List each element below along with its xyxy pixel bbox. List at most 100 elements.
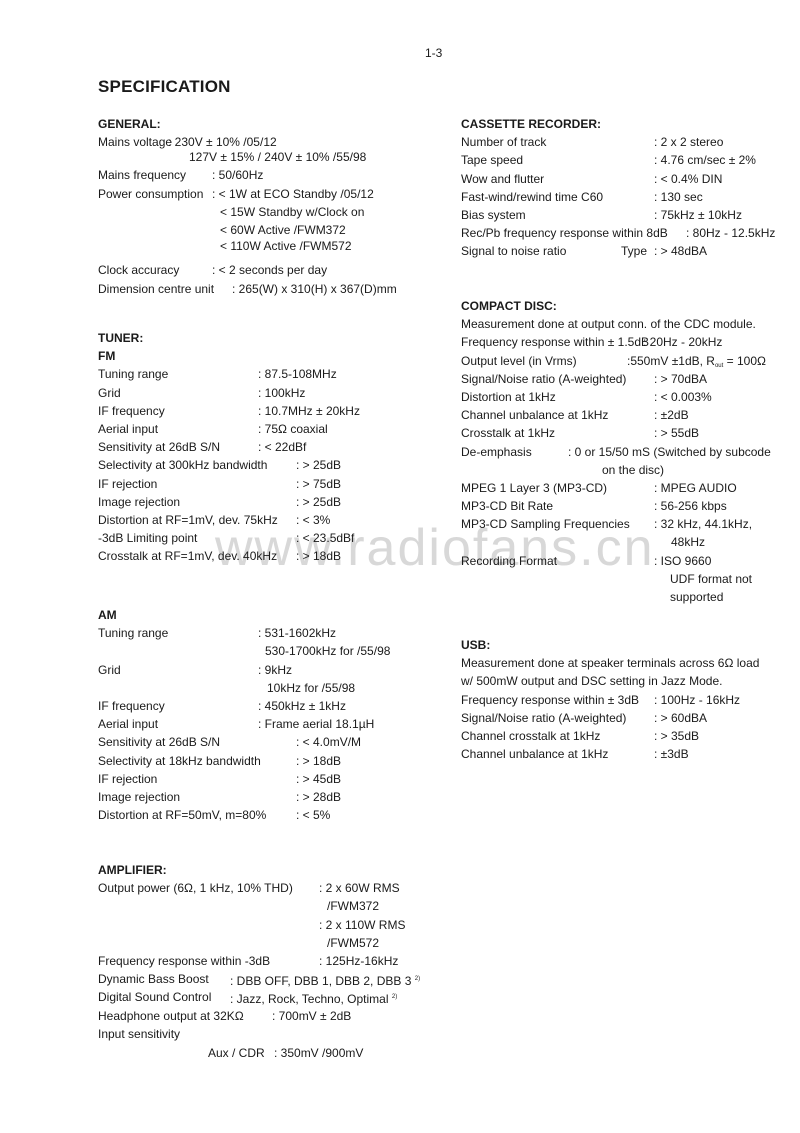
spec-label: Sensitivity at 26dB S/N: [98, 735, 221, 750]
spec-value: : 130 sec: [654, 189, 703, 204]
general-section: GENERAL: Mains voltage: 230V ± 10% /05/1…: [98, 115, 438, 298]
spec-value: : < 22dBf: [258, 440, 307, 455]
spec-label: Grid: [98, 662, 121, 677]
spec-value: : 350mV /900mV: [274, 1045, 364, 1060]
usb-heading: USB:: [461, 638, 491, 652]
spec-value-tail: = 100Ω: [723, 353, 766, 368]
spec-row: Wow and flutter : < 0.4% DIN: [461, 170, 791, 188]
spec-row: Channel unbalance at 1kHz: ±2dB: [461, 406, 791, 424]
spec-value: : 4.76 cm/sec ± 2%: [654, 153, 756, 168]
spec-value: < 110W Active /FWM572: [220, 239, 352, 254]
spec-label: Wow and flutter: [461, 171, 545, 186]
spec-row: IF frequency: 10.7MHz ± 20kHz: [98, 402, 438, 420]
spec-label: IF rejection: [98, 476, 158, 491]
spec-row: Signal/Noise ratio (A-weighted): > 60dBA: [461, 709, 791, 727]
spec-label: Dimension centre unit: [98, 281, 215, 296]
spec-row: Dynamic Bass Boost : DBB OFF, DBB 1, DBB …: [98, 970, 438, 988]
spec-label: Image rejection: [98, 494, 181, 509]
cassette-heading: CASSETTE RECORDER:: [461, 117, 602, 131]
spec-label: Clock accuracy: [98, 263, 180, 278]
spec-row: MP3-CD Sampling Frequencies: 32 kHz, 44.…: [461, 515, 791, 533]
spec-row: Number of track: 2 x 2 stereo: [461, 133, 791, 151]
spec-row: on the disc): [461, 461, 791, 479]
spec-row: Aerial input: Frame aerial 18.1µH: [98, 715, 438, 733]
spec-label: Recording Format: [461, 553, 558, 568]
spec-label: Signal to noise ratio: [461, 244, 567, 259]
spec-row: Frequency response within -3dB: 125Hz-16…: [98, 952, 438, 970]
compact-disc-intro: Measurement done at output conn. of the …: [461, 317, 756, 332]
spec-value: : ±2dB: [654, 408, 689, 423]
spec-label: Distortion at RF=50mV, m=80%: [98, 808, 267, 823]
spec-value-text: : DBB OFF, DBB 1, DBB 2, DBB 3: [230, 974, 412, 989]
spec-row: Tuning range: 531-1602kHz: [98, 624, 438, 642]
spec-value: : 100kHz: [258, 385, 306, 400]
spec-row: : 2 x 110W RMS: [98, 916, 438, 934]
spec-row: Frequency response within ± 1.5dB: 20Hz …: [461, 333, 791, 351]
spec-row: 530-1700kHz for /55/98: [98, 642, 438, 660]
usb-intro-line: Measurement done at speaker terminals ac…: [461, 656, 760, 671]
spec-value: : 10.7MHz ± 20kHz: [258, 403, 360, 418]
tuner-heading: TUNER:: [98, 331, 144, 345]
spec-value: < 15W Standby w/Clock on: [220, 204, 365, 219]
spec-row: Channel crosstalk at 1kHz: > 35dB: [461, 727, 791, 745]
spec-label: Tape speed: [461, 153, 524, 168]
spec-value: : 50/60Hz: [212, 168, 264, 183]
spec-row: Image rejection: > 25dB: [98, 493, 438, 511]
spec-label: Number of track: [461, 135, 547, 150]
spec-value: : 700mV ± 2dB: [272, 1008, 352, 1023]
spec-label: Digital Sound Control: [98, 990, 212, 1005]
spec-row: Sensitivity at 26dB S/N: < 22dBf: [98, 438, 438, 456]
spec-row: < 15W Standby w/Clock on: [98, 203, 438, 221]
spec-label: Output level (in Vrms): [461, 353, 577, 368]
spec-row: Image rejection: > 28dB: [98, 788, 438, 806]
spec-label: Dynamic Bass Boost: [98, 972, 209, 987]
spec-value: : > 48dBA: [654, 244, 708, 259]
spec-row: supported: [461, 588, 791, 606]
spec-value: : 32 kHz, 44.1kHz,: [654, 517, 753, 532]
spec-row: Recording Format: ISO 9660: [461, 552, 791, 570]
spec-row: IF frequency: 450kHz ± 1kHz: [98, 697, 438, 715]
amplifier-section: AMPLIFIER: Output power (6Ω, 1 kHz, 10% …: [98, 861, 438, 1062]
spec-label: Selectivity at 300kHz bandwidth: [98, 458, 268, 473]
spec-value: /FWM572: [327, 935, 380, 950]
spec-label: Output power (6Ω, 1 kHz, 10% THD): [98, 881, 293, 896]
spec-value: : 87.5-108MHz: [258, 367, 337, 382]
spec-label: Mains frequency: [98, 168, 187, 183]
spec-value: : 2 x 60W RMS: [319, 881, 400, 896]
spec-row: MPEG 1 Layer 3 (MP3-CD): MPEG AUDIO: [461, 479, 791, 497]
spec-row: IF rejection: > 45dB: [98, 770, 438, 788]
spec-label: IF frequency: [98, 698, 165, 713]
compact-disc-section: COMPACT DISC: Measurement done at output…: [461, 297, 791, 606]
spec-value: : < 0.4% DIN: [654, 171, 723, 186]
spec-label: Bias system: [461, 207, 526, 222]
spec-value: 10kHz for /55/98: [267, 680, 356, 695]
spec-value: supported: [670, 590, 724, 604]
spec-row: Sensitivity at 26dB S/N: < 4.0mV/M: [98, 733, 438, 751]
spec-value: : > 28dB: [296, 789, 342, 804]
spec-value: : 531-1602kHz: [258, 626, 337, 641]
spec-row: Crosstalk at 1kHz: > 55dB: [461, 424, 791, 442]
spec-row: Aux / CDR: 350mV /900mV: [98, 1044, 438, 1062]
spec-label: Signal/Noise ratio (A-weighted): [461, 710, 627, 725]
spec-value: : > 18dB: [296, 549, 342, 564]
page-number: 1-3: [425, 46, 443, 60]
spec-label: Power consumption: [98, 186, 204, 201]
spec-value: /FWM372: [327, 899, 380, 914]
spec-label: Input sensitivity: [98, 1026, 181, 1041]
spec-value: : 20Hz - 20kHz: [643, 335, 723, 350]
spec-row: Distortion at 1kHz: < 0.003%: [461, 388, 791, 406]
spec-row: UDF format not: [461, 570, 791, 588]
spec-value: : > 70dBA: [654, 371, 708, 386]
spec-value: : DBB OFF, DBB 1, DBB 2, DBB 3 2): [230, 970, 420, 990]
spec-label: -3dB Limiting point: [98, 531, 198, 546]
spec-row: Dimension centre unit: 265(W) x 310(H) x…: [98, 280, 438, 298]
spec-value: : < 0.003%: [654, 389, 712, 404]
spec-label: Signal/Noise ratio (A-weighted): [461, 371, 627, 386]
spec-row: Mains frequency : 50/60Hz: [98, 166, 438, 184]
spec-value: : < 5%: [296, 808, 331, 823]
spec-value: : < 3%: [296, 512, 331, 527]
spec-row: Aerial input: 75Ω coaxial: [98, 420, 438, 438]
spec-mid-label: Type: [621, 244, 648, 259]
cassette-section: CASSETTE RECORDER: Number of track: 2 x …: [461, 115, 791, 261]
spec-value: : Frame aerial 18.1µH: [258, 717, 375, 732]
